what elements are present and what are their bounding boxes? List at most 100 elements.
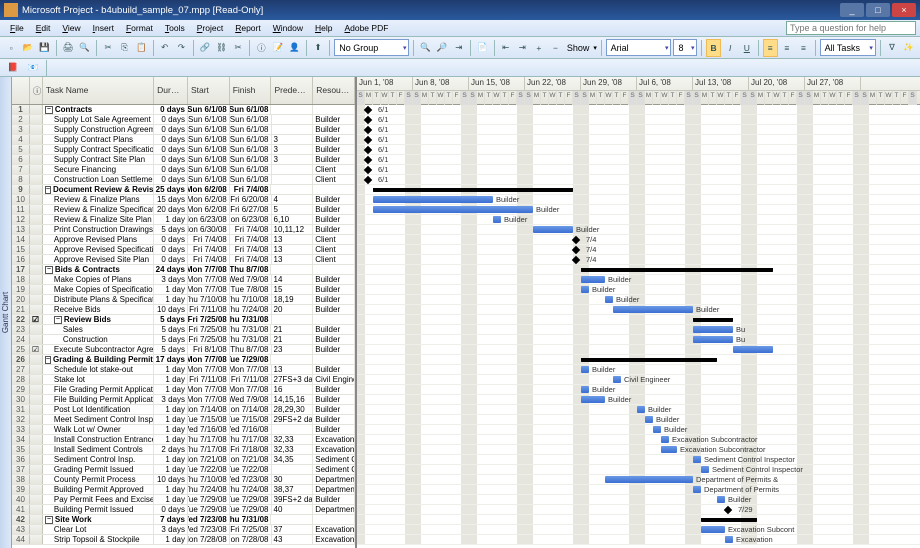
gantt-row[interactable]: Civil Engineer — [357, 375, 920, 385]
gantt-row[interactable] — [357, 345, 920, 355]
task-name-cell[interactable]: Distribute Plans & Specifications — [43, 295, 154, 304]
size-combo[interactable]: 8 — [673, 39, 697, 56]
pred-cell[interactable]: 13 — [272, 365, 314, 374]
task-name-cell[interactable]: Supply Contract Specifications — [43, 145, 154, 154]
duration-cell[interactable]: 1 day — [154, 465, 188, 474]
gantt-row[interactable]: Builder — [357, 205, 920, 215]
duration-cell[interactable]: 0 days — [154, 105, 188, 114]
res-cell[interactable]: Excavation Sub — [313, 445, 355, 454]
start-cell[interactable]: Mon 7/7/08 — [188, 265, 230, 274]
print-icon[interactable]: 🖨 — [61, 39, 76, 57]
start-cell[interactable]: Tue 7/15/08 — [188, 415, 230, 424]
gantt-row[interactable]: Builder — [357, 365, 920, 375]
duration-cell[interactable]: 1 day — [154, 215, 188, 224]
pred-cell[interactable]: 14 — [272, 275, 314, 284]
task-name-cell[interactable]: Receive Bids — [43, 305, 154, 314]
task-bar[interactable]: Builder — [605, 296, 613, 303]
task-bar[interactable]: Builder — [653, 426, 661, 433]
row-id[interactable]: 30 — [12, 395, 30, 404]
close-button[interactable]: × — [892, 3, 916, 17]
duration-cell[interactable]: 0 days — [154, 245, 188, 254]
gantt-row[interactable]: Builder — [357, 415, 920, 425]
finish-cell[interactable]: Mon 7/14/08 — [230, 405, 272, 414]
row-id[interactable]: 24 — [12, 335, 30, 344]
start-cell[interactable]: Mon 7/28/08 — [188, 535, 230, 544]
col-id[interactable] — [12, 77, 30, 104]
start-cell[interactable]: Sun 6/1/08 — [188, 165, 230, 174]
row-id[interactable]: 4 — [12, 135, 30, 144]
start-cell[interactable]: Tue 7/22/08 — [188, 465, 230, 474]
table-row[interactable]: 31Post Lot Identification1 dayMon 7/14/0… — [12, 405, 355, 415]
col-taskname[interactable]: Task Name — [43, 77, 154, 104]
task-bar[interactable]: Builder — [717, 496, 725, 503]
pred-cell[interactable]: 16 — [272, 385, 314, 394]
res-cell[interactable]: Builder — [313, 495, 355, 504]
gantt-row[interactable]: Builder — [357, 385, 920, 395]
pred-cell[interactable] — [272, 125, 314, 134]
finish-cell[interactable]: Tue 7/29/08 — [230, 505, 272, 514]
res-cell[interactable]: Builder — [313, 145, 355, 154]
finish-cell[interactable]: Wed 7/16/08 — [230, 425, 272, 434]
task-bar[interactable]: Excavation — [725, 536, 733, 543]
task-bar[interactable]: Builder — [373, 206, 533, 213]
res-cell[interactable]: Builder — [313, 415, 355, 424]
menu-help[interactable]: Help — [309, 22, 338, 34]
help-search[interactable] — [786, 21, 916, 35]
res-cell[interactable]: Excavation — [313, 535, 355, 544]
col-finish[interactable]: Finish — [230, 77, 272, 104]
res-cell[interactable]: Excavation Sub — [313, 525, 355, 534]
duration-cell[interactable]: 20 days — [154, 205, 188, 214]
finish-cell[interactable]: Wed 7/9/08 — [230, 275, 272, 284]
gantt-row[interactable]: Sediment Control Inspector — [357, 455, 920, 465]
pred-cell[interactable]: 38,37 — [272, 485, 314, 494]
table-row[interactable]: 4Supply Contract Plans0 daysSun 6/1/08Su… — [12, 135, 355, 145]
start-cell[interactable]: Fri 8/1/08 — [188, 345, 230, 354]
finish-cell[interactable]: Thu 8/7/08 — [230, 265, 272, 274]
row-id[interactable]: 6 — [12, 155, 30, 164]
gantt-row[interactable]: Builder — [357, 225, 920, 235]
table-row[interactable]: 12Review & Finalize Site Plan1 dayMon 6/… — [12, 215, 355, 225]
row-id[interactable]: 41 — [12, 505, 30, 514]
task-name-cell[interactable]: File Grading Permit Application — [43, 385, 154, 394]
row-id[interactable]: 23 — [12, 325, 30, 334]
task-bar[interactable]: Civil Engineer — [613, 376, 621, 383]
gantt-row[interactable] — [357, 315, 920, 325]
gantt-row[interactable] — [357, 515, 920, 525]
duration-cell[interactable]: 1 day — [154, 375, 188, 384]
table-row[interactable]: 20Distribute Plans & Specifications1 day… — [12, 295, 355, 305]
menu-report[interactable]: Report — [229, 22, 267, 34]
task-bar[interactable]: Builder — [613, 306, 693, 313]
task-name-cell[interactable]: −Document Review & Revision — [43, 185, 154, 194]
start-cell[interactable]: Mon 7/7/08 — [188, 275, 230, 284]
task-bar[interactable]: Builder — [581, 276, 605, 283]
task-name-cell[interactable]: Approve Revised Site Plan — [43, 255, 154, 264]
res-cell[interactable]: Builder — [313, 405, 355, 414]
finish-cell[interactable]: Thu 7/17/08 — [230, 435, 272, 444]
finish-cell[interactable]: Mon 7/7/08 — [230, 385, 272, 394]
table-row[interactable]: 43Clear Lot3 daysWed 7/23/08Fri 7/25/083… — [12, 525, 355, 535]
finish-cell[interactable]: Mon 6/23/08 — [230, 215, 272, 224]
res-cell[interactable]: Excavation Sub — [313, 435, 355, 444]
task-bar[interactable]: Builder — [637, 406, 645, 413]
gantt-row[interactable]: Bu — [357, 325, 920, 335]
duration-cell[interactable]: 10 days — [154, 475, 188, 484]
finish-cell[interactable]: Tue 7/29/08 — [230, 355, 272, 364]
pred-cell[interactable]: 6,10 — [272, 215, 314, 224]
milestone-marker[interactable] — [364, 126, 372, 134]
finish-cell[interactable]: Fri 7/4/08 — [230, 235, 272, 244]
assign-icon[interactable]: 👤 — [287, 39, 302, 57]
res-cell[interactable]: Client — [313, 175, 355, 184]
milestone-marker[interactable] — [364, 176, 372, 184]
res-cell[interactable]: Builder — [313, 395, 355, 404]
pdf-mail-icon[interactable]: 📧 — [24, 59, 42, 77]
pred-cell[interactable]: 14,15,16 — [272, 395, 314, 404]
duration-cell[interactable]: 1 day — [154, 435, 188, 444]
row-id[interactable]: 11 — [12, 205, 30, 214]
duration-cell[interactable]: 0 days — [154, 125, 188, 134]
week-header[interactable]: Jun 1, '08 — [357, 77, 413, 90]
task-name-cell[interactable]: Review & Finalize Site Plan — [43, 215, 154, 224]
res-cell[interactable]: Sediment Contr — [313, 455, 355, 464]
finish-cell[interactable]: Thu 7/24/08 — [230, 305, 272, 314]
res-cell[interactable]: Client — [313, 235, 355, 244]
row-id[interactable]: 15 — [12, 245, 30, 254]
